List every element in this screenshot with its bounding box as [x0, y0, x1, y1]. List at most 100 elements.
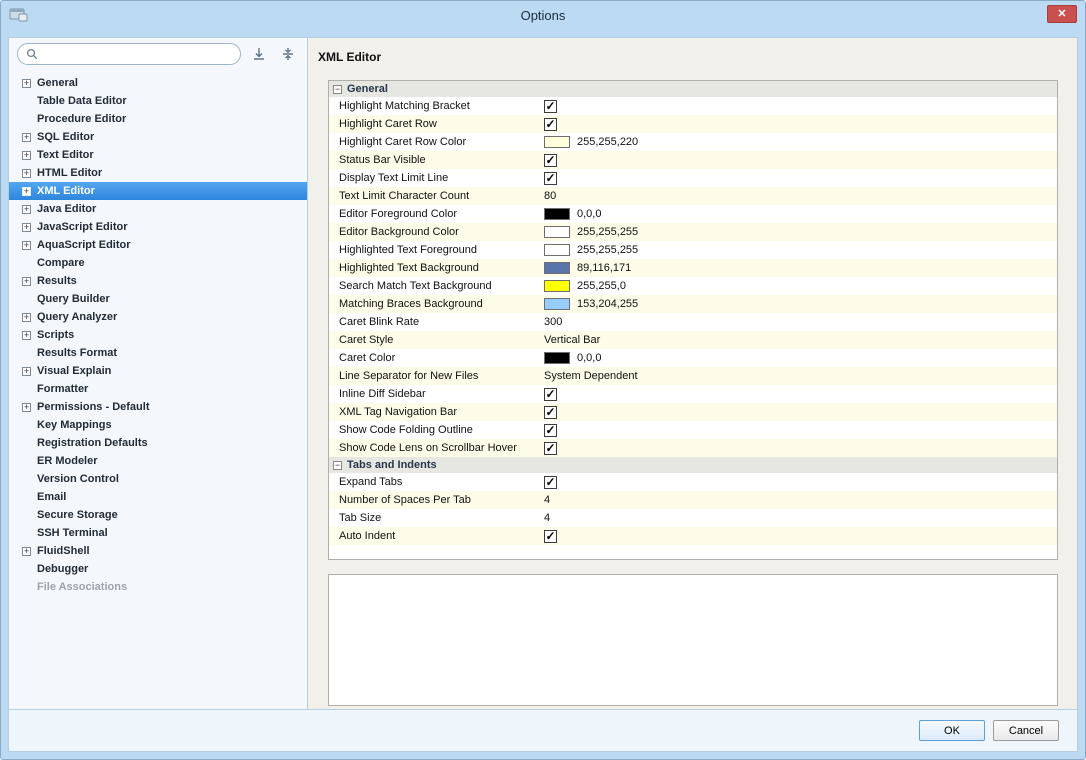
prop-value: ✓: [544, 529, 1057, 543]
sidebar-item-label: File Associations: [37, 581, 128, 593]
sidebar-item-formatter[interactable]: Formatter: [9, 380, 307, 398]
sidebar-item-version-control[interactable]: Version Control: [9, 470, 307, 488]
value-text[interactable]: Vertical Bar: [544, 334, 600, 346]
expand-icon[interactable]: +: [22, 330, 31, 340]
sidebar-item-key-mappings[interactable]: Key Mappings: [9, 416, 307, 434]
checkbox[interactable]: ✓: [544, 475, 557, 489]
color-swatch[interactable]: [544, 226, 570, 238]
sidebar-item-debugger[interactable]: Debugger: [9, 560, 307, 578]
color-swatch[interactable]: [544, 244, 570, 256]
sidebar-item-table-data-editor[interactable]: Table Data Editor: [9, 92, 307, 110]
sidebar-item-query-builder[interactable]: Query Builder: [9, 290, 307, 308]
expand-icon[interactable]: +: [22, 240, 31, 250]
color-swatch[interactable]: [544, 352, 570, 364]
prop-value: System Dependent: [544, 370, 1057, 382]
ok-button[interactable]: OK: [919, 720, 985, 741]
sidebar-item-compare[interactable]: Compare: [9, 254, 307, 272]
checkbox[interactable]: ✓: [544, 405, 557, 419]
prop-row-inline-diff-sidebar: Inline Diff Sidebar ✓: [329, 385, 1057, 403]
value-text[interactable]: 4: [544, 512, 550, 524]
sidebar-item-registration-defaults[interactable]: Registration Defaults: [9, 434, 307, 452]
collapse-all-button[interactable]: [277, 43, 299, 65]
prop-label: Highlight Matching Bracket: [339, 100, 470, 112]
checkbox[interactable]: ✓: [544, 153, 557, 167]
section-header-general[interactable]: − General: [329, 81, 1057, 97]
sidebar-item-general[interactable]: + General: [9, 74, 307, 92]
checkbox[interactable]: ✓: [544, 99, 557, 113]
sidebar-item-label: Visual Explain: [37, 365, 112, 377]
sidebar-item-label: FluidShell: [37, 545, 90, 557]
sidebar-item-javascript-editor[interactable]: + JavaScript Editor: [9, 218, 307, 236]
color-swatch[interactable]: [544, 262, 570, 274]
checkbox[interactable]: ✓: [544, 423, 557, 437]
checkbox[interactable]: ✓: [544, 387, 557, 401]
color-swatch[interactable]: [544, 280, 570, 292]
search-input[interactable]: [43, 48, 233, 60]
sidebar-item-er-modeler[interactable]: ER Modeler: [9, 452, 307, 470]
checkbox[interactable]: ✓: [544, 441, 557, 455]
expand-icon[interactable]: +: [22, 366, 31, 376]
expand-icon[interactable]: +: [22, 312, 31, 322]
settings-panel: XML Editor − General Highlight Matching Br…: [308, 37, 1078, 710]
color-swatch[interactable]: [544, 298, 570, 310]
expand-icon[interactable]: +: [22, 204, 31, 214]
collapse-icon[interactable]: −: [333, 84, 342, 94]
sidebar-item-secure-storage[interactable]: Secure Storage: [9, 506, 307, 524]
sidebar-item-xml-editor[interactable]: + XML Editor: [9, 182, 307, 200]
checkbox[interactable]: ✓: [544, 529, 557, 543]
checkbox[interactable]: ✓: [544, 117, 557, 131]
prop-label: Highlighted Text Background: [339, 262, 479, 274]
expand-icon[interactable]: +: [22, 132, 31, 142]
prop-row-highlight-matching-bracket: Highlight Matching Bracket ✓: [329, 97, 1057, 115]
close-button[interactable]: ✕: [1047, 5, 1077, 23]
value-text[interactable]: 80: [544, 190, 556, 202]
sidebar-item-text-editor[interactable]: + Text Editor: [9, 146, 307, 164]
cancel-button[interactable]: Cancel: [993, 720, 1059, 741]
expand-icon[interactable]: +: [22, 150, 31, 160]
prop-label: Auto Indent: [339, 530, 396, 542]
expand-icon[interactable]: +: [22, 546, 31, 556]
color-swatch[interactable]: [544, 208, 570, 220]
expand-icon[interactable]: +: [22, 186, 31, 196]
sidebar-item-email[interactable]: Email: [9, 488, 307, 506]
sidebar-item-fluidshell[interactable]: + FluidShell: [9, 542, 307, 560]
sidebar-item-sql-editor[interactable]: + SQL Editor: [9, 128, 307, 146]
sidebar-item-ssh-terminal[interactable]: SSH Terminal: [9, 524, 307, 542]
prop-value: ✓: [544, 423, 1057, 437]
expand-all-button[interactable]: [248, 43, 270, 65]
sidebar-item-label: Query Analyzer: [37, 311, 118, 323]
sidebar-item-procedure-editor[interactable]: Procedure Editor: [9, 110, 307, 128]
prop-row-tab-size: Tab Size 4: [329, 509, 1057, 527]
sidebar-item-permissions-default[interactable]: + Permissions - Default: [9, 398, 307, 416]
expand-icon[interactable]: +: [22, 78, 31, 88]
sidebar-item-results[interactable]: + Results: [9, 272, 307, 290]
prop-label: Inline Diff Sidebar: [339, 388, 426, 400]
sidebar-item-java-editor[interactable]: + Java Editor: [9, 200, 307, 218]
expand-icon[interactable]: +: [22, 168, 31, 178]
prop-row-search-match-text-background: Search Match Text Background 255,255,0: [329, 277, 1057, 295]
expand-icon[interactable]: +: [22, 222, 31, 232]
description-box: [328, 574, 1058, 706]
sidebar-item-results-format[interactable]: Results Format: [9, 344, 307, 362]
sidebar-item-label: HTML Editor: [37, 167, 103, 179]
expand-icon[interactable]: +: [22, 402, 31, 412]
sidebar-item-aquascript-editor[interactable]: + AquaScript Editor: [9, 236, 307, 254]
checkbox[interactable]: ✓: [544, 171, 557, 185]
prop-label: Line Separator for New Files: [339, 370, 479, 382]
sidebar-item-html-editor[interactable]: + HTML Editor: [9, 164, 307, 182]
collapse-icon[interactable]: −: [333, 460, 342, 470]
section-header-tabs-and-indents[interactable]: − Tabs and Indents: [329, 457, 1057, 473]
sidebar-item-query-analyzer[interactable]: + Query Analyzer: [9, 308, 307, 326]
prop-value: 300: [544, 316, 1057, 328]
value-text[interactable]: 4: [544, 494, 550, 506]
expand-icon[interactable]: +: [22, 276, 31, 286]
sidebar-item-scripts[interactable]: + Scripts: [9, 326, 307, 344]
value-text[interactable]: System Dependent: [544, 370, 638, 382]
value-text[interactable]: 300: [544, 316, 562, 328]
sidebar-item-label: Version Control: [37, 473, 119, 485]
sidebar-item-label: Text Editor: [37, 149, 94, 161]
prop-row-highlighted-text-foreground: Highlighted Text Foreground 255,255,255: [329, 241, 1057, 259]
sidebar-item-visual-explain[interactable]: + Visual Explain: [9, 362, 307, 380]
color-swatch[interactable]: [544, 136, 570, 148]
sidebar-item-label: Table Data Editor: [37, 95, 127, 107]
